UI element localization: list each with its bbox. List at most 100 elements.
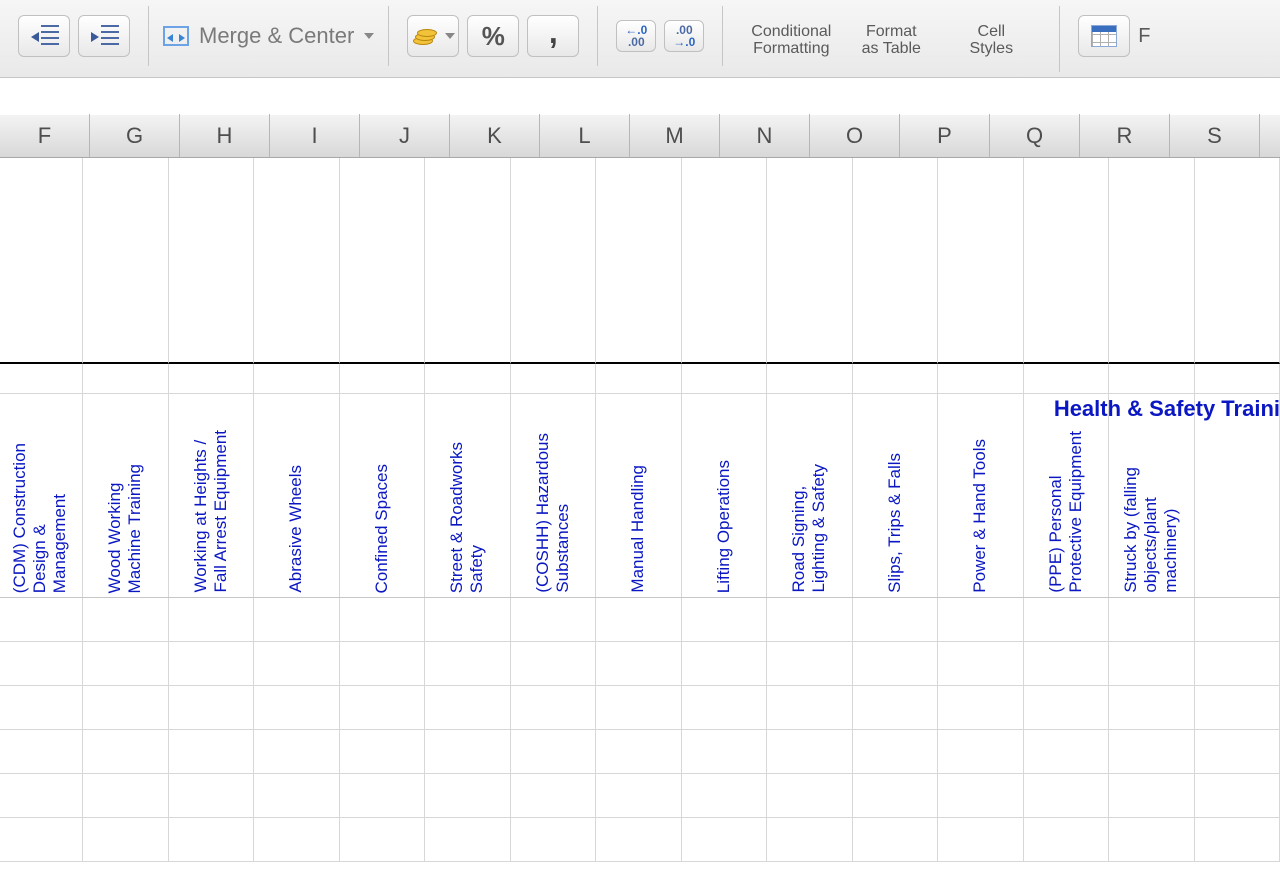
cell[interactable] bbox=[254, 774, 339, 818]
cell[interactable] bbox=[596, 364, 681, 393]
cell[interactable] bbox=[511, 730, 596, 774]
cell[interactable] bbox=[254, 818, 339, 862]
cell[interactable] bbox=[938, 730, 1023, 774]
cell[interactable] bbox=[511, 364, 596, 393]
cell[interactable] bbox=[83, 598, 168, 642]
cell[interactable] bbox=[1024, 642, 1109, 686]
cell[interactable] bbox=[340, 774, 425, 818]
column-header[interactable]: F bbox=[0, 114, 90, 157]
cell[interactable] bbox=[83, 818, 168, 862]
cell[interactable] bbox=[1109, 364, 1194, 393]
cell[interactable] bbox=[169, 158, 254, 364]
cell[interactable] bbox=[767, 642, 852, 686]
cell[interactable] bbox=[1109, 642, 1194, 686]
cell[interactable] bbox=[254, 730, 339, 774]
cell[interactable] bbox=[83, 774, 168, 818]
column-header[interactable]: N bbox=[720, 114, 810, 157]
cell[interactable] bbox=[340, 818, 425, 862]
cell[interactable] bbox=[425, 686, 510, 730]
cell[interactable] bbox=[425, 364, 510, 393]
decrease-indent-button[interactable] bbox=[18, 15, 70, 57]
cell[interactable] bbox=[169, 686, 254, 730]
column-header[interactable]: H bbox=[180, 114, 270, 157]
cell[interactable] bbox=[340, 642, 425, 686]
cell[interactable] bbox=[596, 642, 681, 686]
increase-decimal-button[interactable]: ←.0.00 bbox=[616, 20, 656, 52]
category-header-cell[interactable]: Power & Hand Tools bbox=[938, 394, 1023, 597]
cell[interactable] bbox=[169, 598, 254, 642]
cell[interactable] bbox=[254, 642, 339, 686]
cell[interactable] bbox=[853, 158, 938, 364]
cell[interactable] bbox=[596, 158, 681, 364]
cell[interactable] bbox=[596, 686, 681, 730]
cell[interactable] bbox=[596, 730, 681, 774]
currency-button[interactable] bbox=[407, 15, 459, 57]
category-header-cell[interactable]: Street & Roadworks Safety bbox=[425, 394, 510, 597]
cell[interactable] bbox=[511, 774, 596, 818]
cell-styles-button[interactable]: CellStyles bbox=[941, 10, 1041, 70]
cell[interactable] bbox=[1195, 598, 1280, 642]
cell[interactable] bbox=[169, 364, 254, 393]
column-header[interactable]: O bbox=[810, 114, 900, 157]
insert-cells-button[interactable] bbox=[1078, 15, 1130, 57]
cell[interactable] bbox=[682, 730, 767, 774]
cell[interactable] bbox=[767, 774, 852, 818]
cell[interactable] bbox=[425, 730, 510, 774]
column-header[interactable]: Q bbox=[990, 114, 1080, 157]
cell[interactable] bbox=[682, 686, 767, 730]
cell[interactable] bbox=[0, 364, 83, 393]
cell[interactable] bbox=[83, 158, 168, 364]
decrease-decimal-button[interactable]: .00→.0 bbox=[664, 20, 704, 52]
cell[interactable] bbox=[83, 642, 168, 686]
cell[interactable] bbox=[853, 598, 938, 642]
increase-indent-button[interactable] bbox=[78, 15, 130, 57]
category-header-cell[interactable]: Lifting Operations bbox=[682, 394, 767, 597]
cell[interactable] bbox=[1109, 158, 1194, 364]
cell[interactable] bbox=[83, 730, 168, 774]
cell[interactable] bbox=[1024, 774, 1109, 818]
category-header-cell[interactable]: Struck by (falling objects/plant machine… bbox=[1109, 394, 1194, 597]
cell[interactable] bbox=[1195, 730, 1280, 774]
cell[interactable] bbox=[682, 642, 767, 686]
cell[interactable] bbox=[340, 364, 425, 393]
category-header-cell[interactable]: Slips, Trips & Falls bbox=[853, 394, 938, 597]
cell[interactable] bbox=[1109, 818, 1194, 862]
cell[interactable] bbox=[938, 818, 1023, 862]
cell[interactable] bbox=[511, 642, 596, 686]
cell[interactable] bbox=[682, 598, 767, 642]
category-header-cell[interactable]: (PPE) Personal Protective Equipment bbox=[1024, 394, 1109, 597]
cell[interactable] bbox=[0, 598, 83, 642]
cell[interactable] bbox=[1109, 686, 1194, 730]
category-header-cell[interactable]: Wood Working Machine Training bbox=[83, 394, 168, 597]
cell[interactable] bbox=[254, 598, 339, 642]
cell[interactable] bbox=[254, 158, 339, 364]
cell[interactable] bbox=[0, 774, 83, 818]
cell[interactable] bbox=[938, 364, 1023, 393]
cell[interactable] bbox=[853, 642, 938, 686]
column-header[interactable]: P bbox=[900, 114, 990, 157]
cell[interactable] bbox=[1109, 774, 1194, 818]
cell[interactable] bbox=[1024, 364, 1109, 393]
cell[interactable] bbox=[1195, 642, 1280, 686]
cell[interactable] bbox=[596, 774, 681, 818]
format-as-table-button[interactable]: Formatas Table bbox=[841, 10, 941, 70]
cell[interactable] bbox=[1195, 818, 1280, 862]
cell[interactable] bbox=[511, 818, 596, 862]
cell[interactable] bbox=[767, 730, 852, 774]
cell[interactable] bbox=[1195, 774, 1280, 818]
cell[interactable] bbox=[767, 598, 852, 642]
cell[interactable] bbox=[938, 598, 1023, 642]
category-header-cell[interactable]: Abrasive Wheels bbox=[254, 394, 339, 597]
cell[interactable] bbox=[511, 686, 596, 730]
cell[interactable] bbox=[767, 158, 852, 364]
column-header[interactable]: K bbox=[450, 114, 540, 157]
cell[interactable] bbox=[853, 364, 938, 393]
cell[interactable] bbox=[1024, 158, 1109, 364]
column-header[interactable]: J bbox=[360, 114, 450, 157]
column-header[interactable]: G bbox=[90, 114, 180, 157]
comma-button[interactable]: , bbox=[527, 15, 579, 57]
cell[interactable] bbox=[0, 158, 83, 364]
cell[interactable] bbox=[1109, 730, 1194, 774]
cell[interactable] bbox=[511, 158, 596, 364]
cell[interactable] bbox=[682, 774, 767, 818]
